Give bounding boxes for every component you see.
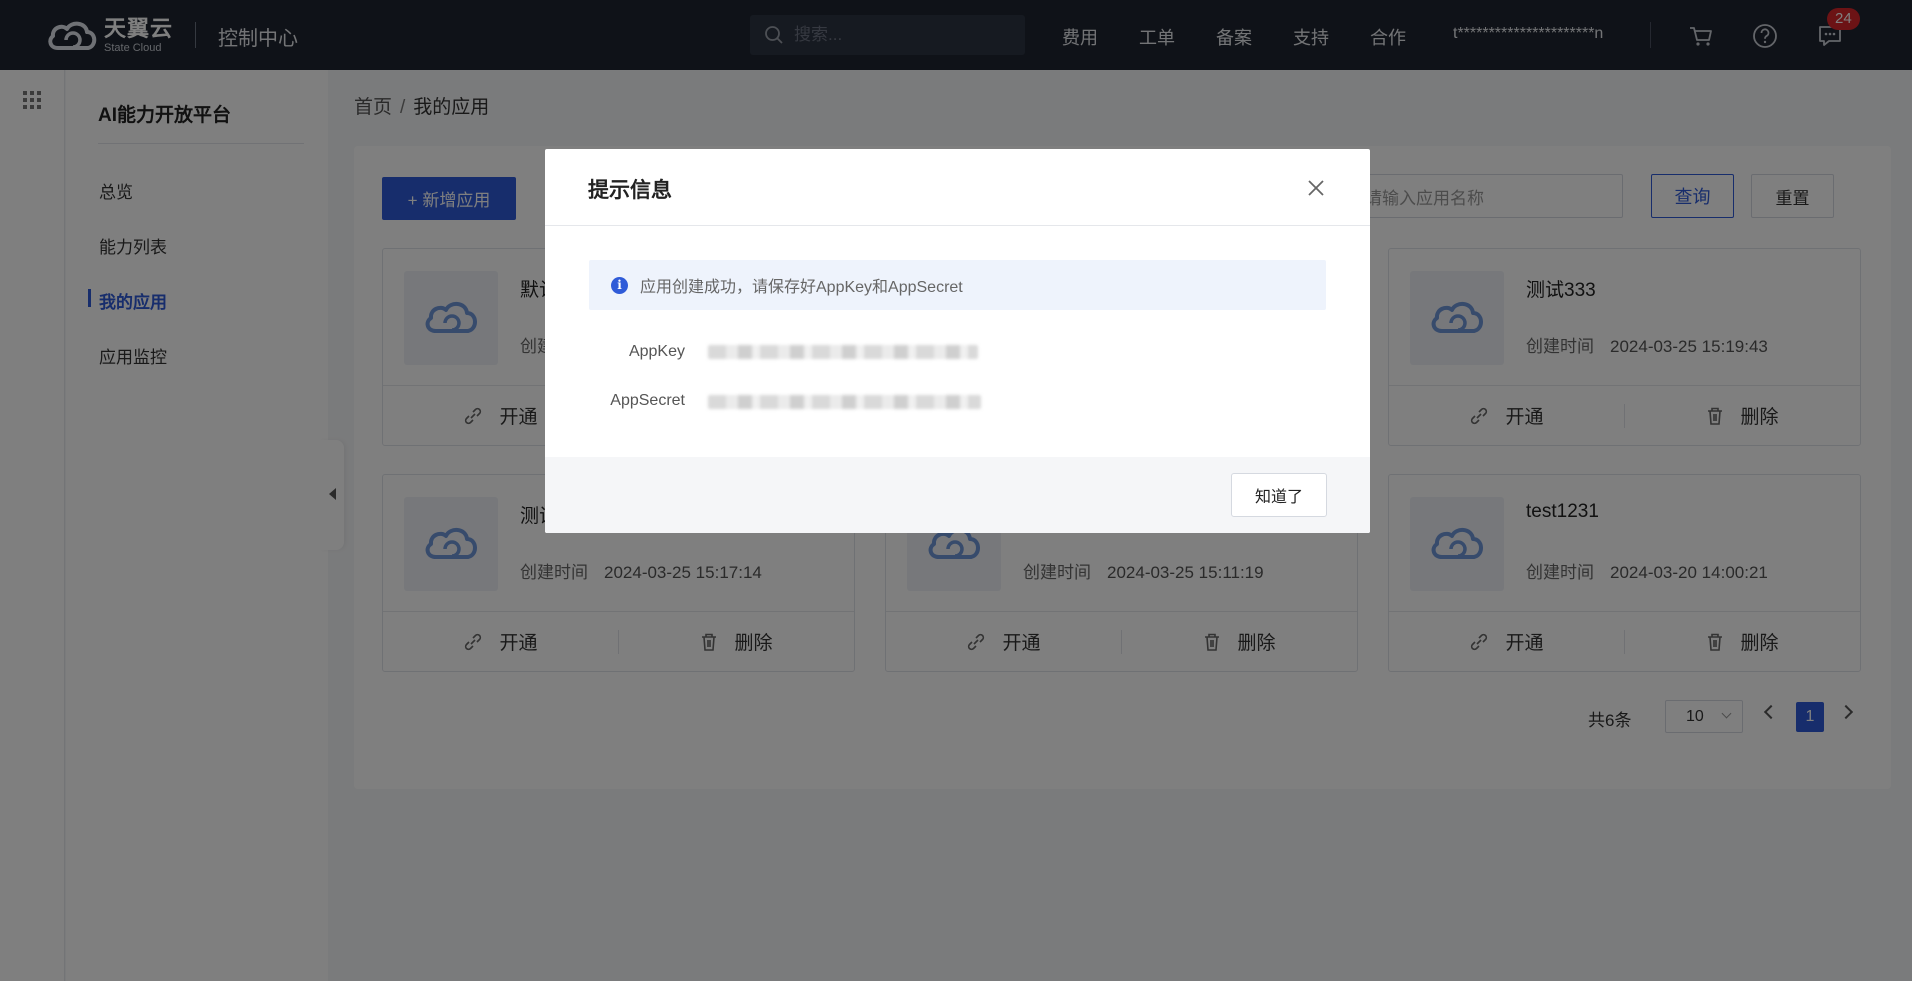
appkey-label: AppKey <box>628 343 685 360</box>
appsecret-label: AppSecret <box>610 392 685 409</box>
info-dialog: 提示信息 i 应用创建成功，请保存好AppKey和AppSecret AppKe… <box>545 149 1370 533</box>
close-icon[interactable] <box>1305 177 1327 199</box>
info-icon: i <box>611 276 628 294</box>
notice-message: 应用创建成功，请保存好AppKey和AppSecret <box>640 279 963 296</box>
appsecret-value-redacted <box>708 395 981 409</box>
acknowledge-button[interactable]: 知道了 <box>1231 473 1327 517</box>
dialog-header: 提示信息 <box>545 149 1370 226</box>
dialog-footer: 知道了 <box>545 457 1370 533</box>
success-notice: i 应用创建成功，请保存好AppKey和AppSecret <box>589 260 1326 310</box>
dialog-title: 提示信息 <box>588 179 672 202</box>
appkey-value-redacted <box>708 345 978 359</box>
